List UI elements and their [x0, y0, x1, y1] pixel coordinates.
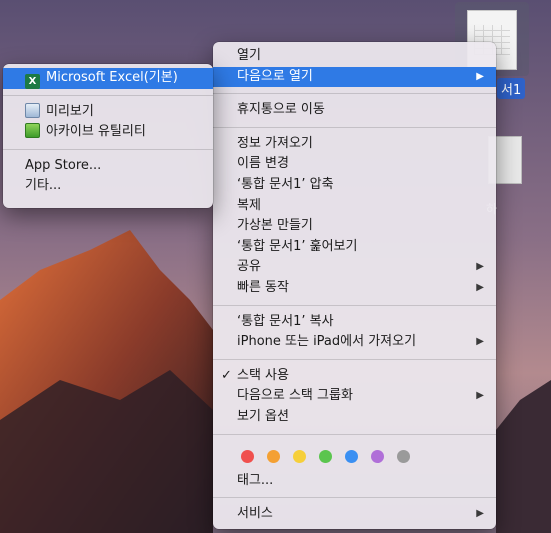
tag-red[interactable] — [241, 449, 254, 463]
tag-blue[interactable] — [345, 449, 358, 463]
desktop-file-label[interactable]: 서1 — [497, 78, 526, 99]
menu-item-quick-look[interactable]: ‘통합 문서1’ 훑어보기 — [213, 237, 496, 258]
submenu-item-label: Microsoft Excel(기본) — [46, 70, 178, 85]
menu-item-quick-actions[interactable]: 빠른 동작 ▶ — [213, 278, 496, 299]
submenu-item-other[interactable]: 기타... — [3, 176, 213, 197]
submenu-item-label: 미리보기 — [46, 103, 94, 119]
menu-item-use-stacks[interactable]: ✓ 스택 사용 — [213, 366, 496, 387]
context-menu: 열기 다음으로 열기 ▶ 휴지통으로 이동 정보 가져오기 이름 변경 ‘통합 문… — [213, 42, 496, 529]
menu-item-label: ‘통합 문서1’ 훑어보기 — [237, 238, 358, 254]
menu-item-rename[interactable]: 이름 변경 — [213, 154, 496, 175]
menu-item-view-options[interactable]: 보기 옵션 — [213, 407, 496, 428]
menu-item-label: iPhone 또는 iPad에서 가져오기 — [237, 334, 417, 350]
submenu-arrow-icon: ▶ — [476, 508, 484, 520]
submenu-arrow-icon: ▶ — [476, 390, 484, 402]
menu-separator — [213, 433, 496, 435]
tag-color-row — [213, 441, 496, 471]
menu-item-copy[interactable]: ‘통합 문서1’ 복사 — [213, 312, 496, 333]
tag-purple[interactable] — [371, 449, 384, 463]
checkmark-icon: ✓ — [221, 367, 232, 383]
menu-separator — [3, 148, 213, 150]
submenu-arrow-icon: ▶ — [476, 70, 484, 82]
menu-item-group-stacks-by[interactable]: 다음으로 스택 그룹화 ▶ — [213, 386, 496, 407]
menu-item-make-alias[interactable]: 가상본 만들기 — [213, 216, 496, 237]
menu-item-label: 보기 옵션 — [237, 408, 289, 424]
menu-separator — [213, 126, 496, 128]
menu-separator — [3, 94, 213, 96]
submenu-item-app-store[interactable]: App Store... — [3, 156, 213, 177]
menu-item-open[interactable]: 열기 — [213, 46, 496, 67]
open-with-submenu: X Microsoft Excel(기본) 미리보기 아카이브 유틸리티 App … — [3, 64, 213, 208]
submenu-item-excel[interactable]: X Microsoft Excel(기본) — [3, 68, 213, 89]
menu-item-label: 이름 변경 — [237, 156, 289, 172]
menu-item-move-to-trash[interactable]: 휴지통으로 이동 — [213, 100, 496, 121]
menu-item-tags[interactable]: 태그... — [213, 471, 496, 492]
menu-separator — [213, 304, 496, 306]
submenu-arrow-icon: ▶ — [476, 261, 484, 273]
menu-separator — [213, 93, 496, 95]
menu-item-label: ‘통합 문서1’ 압축 — [237, 176, 334, 192]
menu-item-label: 다음으로 열기 — [237, 68, 313, 84]
archive-utility-app-icon — [25, 123, 40, 139]
submenu-item-archive-utility[interactable]: 아카이브 유틸리티 — [3, 122, 213, 143]
submenu-item-label: 아카이브 유틸리티 — [46, 124, 146, 140]
submenu-item-label: 기타... — [25, 178, 62, 194]
menu-separator — [213, 497, 496, 499]
menu-item-services[interactable]: 서비스 ▶ — [213, 504, 496, 525]
menu-item-label: 서비스 — [237, 506, 273, 522]
preview-app-icon — [25, 102, 40, 118]
menu-item-label: 휴지통으로 이동 — [237, 102, 325, 118]
menu-item-import-from-iphone[interactable]: iPhone 또는 iPad에서 가져오기 ▶ — [213, 332, 496, 353]
submenu-arrow-icon: ▶ — [476, 281, 484, 293]
menu-item-compress[interactable]: ‘통합 문서1’ 압축 — [213, 175, 496, 196]
menu-item-label: 정보 가져오기 — [237, 135, 313, 151]
menu-item-label: 가상본 만들기 — [237, 218, 313, 234]
submenu-arrow-icon: ▶ — [476, 336, 484, 348]
menu-item-open-with[interactable]: 다음으로 열기 ▶ — [213, 66, 496, 88]
menu-item-label: 공유 — [237, 259, 261, 275]
excel-app-icon: X — [25, 74, 40, 89]
menu-item-label: 열기 — [237, 48, 261, 63]
menu-item-label: ‘통합 문서1’ 복사 — [237, 313, 334, 329]
submenu-item-preview[interactable]: 미리보기 — [3, 102, 213, 123]
submenu-item-label: App Store... — [25, 157, 102, 173]
menu-item-share[interactable]: 공유 ▶ — [213, 257, 496, 278]
tag-orange[interactable] — [267, 449, 280, 463]
menu-separator — [213, 358, 496, 360]
tag-yellow[interactable] — [293, 449, 306, 463]
menu-item-label: 스택 사용 — [237, 367, 289, 383]
menu-item-label: 빠른 동작 — [237, 279, 289, 295]
menu-item-get-info[interactable]: 정보 가져오기 — [213, 134, 496, 155]
menu-item-label: 태그... — [237, 472, 274, 488]
menu-item-duplicate[interactable]: 복제 — [213, 196, 496, 217]
menu-item-label: 다음으로 스택 그룹화 — [237, 388, 353, 404]
tag-gray[interactable] — [397, 449, 410, 463]
menu-item-label: 복제 — [237, 197, 261, 213]
tag-green[interactable] — [319, 449, 332, 463]
